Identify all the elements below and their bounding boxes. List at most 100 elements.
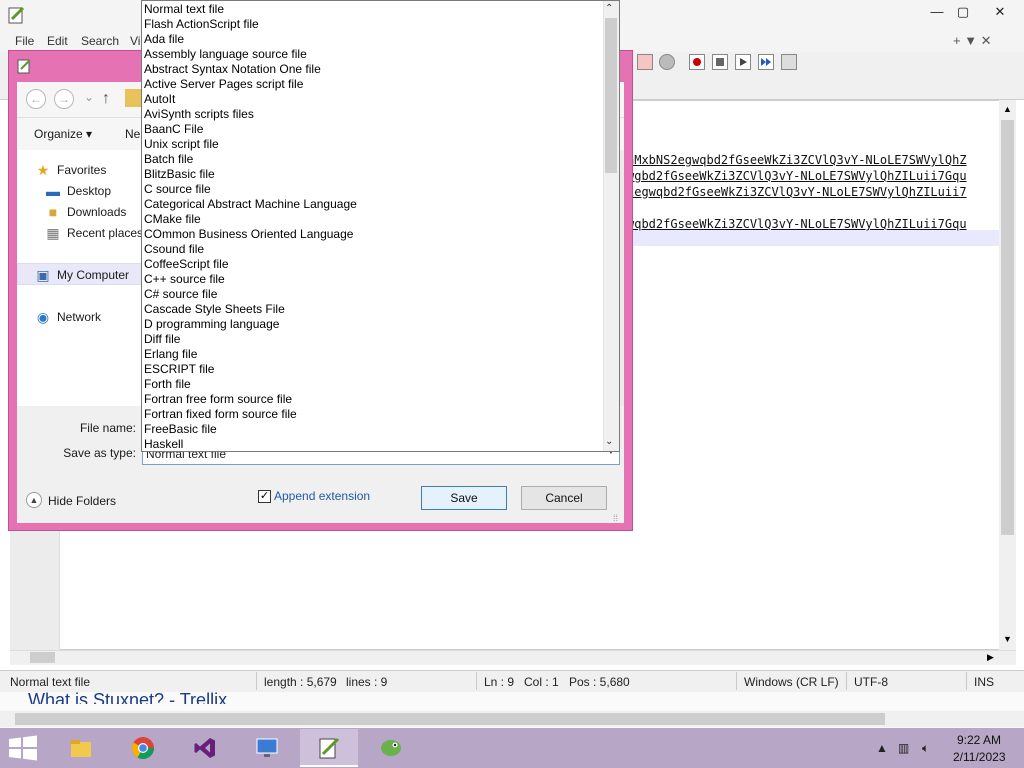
code-line[interactable]: 2egwqbd2fGseeWkZi3ZCVlQ3vY-NLoLE7SWVylQh… — [627, 185, 999, 199]
nav-network[interactable]: ◉ Network — [37, 309, 101, 325]
dropdown-option[interactable]: Forth file — [142, 377, 604, 392]
dropdown-option[interactable]: Haskell — [142, 437, 604, 451]
dropdown-option[interactable]: Fortran fixed form source file — [142, 407, 604, 422]
dropdown-option[interactable]: AviSynth scripts files — [142, 107, 604, 122]
recent-locations-chevron-icon[interactable]: ⌄ — [84, 90, 94, 104]
menu-right-controls[interactable]: + ▼ ✕ — [953, 33, 992, 49]
run-macro-multiple-icon[interactable] — [758, 54, 774, 70]
dropdown-option[interactable]: Assembly language source file — [142, 47, 604, 62]
dropdown-option[interactable]: Csound file — [142, 242, 604, 257]
taskbar-remote-desktop[interactable] — [238, 729, 296, 767]
dropdown-option[interactable]: Erlang file — [142, 347, 604, 362]
clock-time[interactable]: 9:22 AM — [957, 733, 1001, 747]
show-hidden-icons-chevron[interactable]: ▲ — [876, 741, 888, 755]
status-pos: Pos : 5,680 — [569, 675, 630, 689]
dropdown-option[interactable]: Unix script file — [142, 137, 604, 152]
chameleon-icon — [381, 740, 401, 756]
code-line[interactable]: wqbd2fGseeWkZi3ZCVlQ3vY-NLoLE7SWVylQhZIL… — [627, 217, 999, 231]
clock-date[interactable]: 2/11/2023 — [953, 750, 1006, 764]
hide-folders-button[interactable]: Hide Folders — [48, 494, 116, 508]
append-extension-checkbox[interactable]: ✓ — [258, 490, 271, 503]
menu-edit[interactable]: Edit — [47, 34, 68, 48]
back-arrow-icon[interactable]: ← — [26, 89, 46, 109]
new-folder-button[interactable]: Ne — [125, 127, 140, 141]
dropdown-option[interactable]: ESCRIPT file — [142, 362, 604, 377]
taskbar-file-explorer[interactable] — [52, 729, 110, 767]
taskbar-chameleon-app[interactable] — [362, 729, 420, 767]
status-file-type: Normal text file — [10, 675, 91, 689]
forward-arrow-icon[interactable]: → — [54, 89, 74, 109]
chevron-up-icon[interactable]: ⌃ — [605, 3, 613, 14]
volume-icon[interactable]: 🔈︎ — [922, 741, 929, 756]
nav-recent-places[interactable]: ▦ Recent places — [46, 225, 143, 241]
close-window-button[interactable]: ✕ — [985, 0, 1015, 24]
organize-button[interactable]: Organize ▾ — [34, 127, 92, 141]
toolbar-icon[interactable] — [659, 54, 675, 70]
dropdown-option[interactable]: AutoIt — [142, 92, 604, 107]
dropdown-option[interactable]: CoffeeScript file — [142, 257, 604, 272]
up-arrow-icon[interactable]: ↑ — [102, 90, 110, 108]
dropdown-option[interactable]: FreeBasic file — [142, 422, 604, 437]
scroll-up-arrow-icon[interactable]: ▲ — [1003, 104, 1012, 114]
dropdown-option[interactable]: Batch file — [142, 152, 604, 167]
nav-downloads[interactable]: ■ Downloads — [49, 204, 127, 220]
scrollbar-thumb[interactable] — [30, 652, 55, 663]
maximize-button[interactable]: ▢ — [948, 0, 978, 24]
dropdown-option[interactable]: BlitzBasic file — [142, 167, 604, 182]
menu-view[interactable]: Vi — [130, 34, 140, 48]
dropdown-option[interactable]: Categorical Abstract Machine Language — [142, 197, 604, 212]
network-tray-icon[interactable]: ▥ — [898, 741, 909, 755]
save-button[interactable]: Save — [421, 486, 507, 510]
browser-page-heading[interactable]: What is Stuxnet? - Trellix — [28, 690, 227, 704]
cancel-button[interactable]: Cancel — [521, 486, 607, 510]
code-line[interactable]: aMxbNS2egwqbd2fGseeWkZi3ZCVlQ3vY-NLoLE7S… — [627, 153, 999, 167]
dropdown-option[interactable]: C source file — [142, 182, 604, 197]
nav-favorites[interactable]: ★ Favorites — [37, 162, 107, 178]
save-macro-icon[interactable] — [781, 54, 797, 70]
append-extension-label[interactable]: Append extension — [274, 489, 370, 503]
nav-my-computer[interactable]: ▣ My Computer — [36, 267, 129, 283]
dropdown-option[interactable]: Cascade Style Sheets File — [142, 302, 604, 317]
windows-start-icon[interactable] — [8, 735, 38, 761]
toolbar-icon[interactable] — [637, 54, 653, 70]
nav-desktop[interactable]: ▬ Desktop — [46, 183, 111, 199]
scroll-right-arrow-icon[interactable]: ▶ — [987, 652, 994, 663]
dropdown-option[interactable]: Active Server Pages script file — [142, 77, 604, 92]
menu-search[interactable]: Search — [81, 34, 119, 48]
dropdown-option[interactable]: C++ source file — [142, 272, 604, 287]
status-encoding: UTF-8 — [854, 675, 888, 689]
scrollbar-thumb[interactable] — [1001, 120, 1014, 535]
dropdown-option[interactable]: D programming language — [142, 317, 604, 332]
code-line[interactable]: wgbd2fGseeWkZi3ZCVlQ3vY-NLoLE7SWVylQhZIL… — [627, 169, 999, 183]
editor-horizontal-scrollbar[interactable] — [10, 650, 1016, 665]
dropdown-option[interactable]: Ada file — [142, 32, 604, 47]
save-as-type-label: Save as type: — [63, 446, 136, 460]
taskbar-visual-studio[interactable] — [176, 729, 234, 767]
dropdown-option[interactable]: Fortran free form source file — [142, 392, 604, 407]
taskbar-chrome[interactable] — [114, 729, 172, 767]
dropdown-option[interactable]: CMake file — [142, 212, 604, 227]
record-macro-icon[interactable] — [689, 54, 705, 70]
play-macro-icon[interactable] — [735, 54, 751, 70]
resize-grip-icon[interactable]: ⁞⁞ — [613, 513, 618, 523]
dropdown-option[interactable]: Normal text file — [142, 2, 604, 17]
collapse-up-icon[interactable]: ▲ — [26, 492, 42, 508]
dropdown-option[interactable]: Abstract Syntax Notation One file — [142, 62, 604, 77]
scrollbar-thumb[interactable] — [15, 713, 885, 725]
notepad-plus-plus-icon — [319, 737, 340, 759]
nav-favorites-label: Favorites — [57, 163, 107, 177]
chevron-down-icon[interactable]: ⌄ — [605, 436, 613, 447]
dropdown-option[interactable]: C# source file — [142, 287, 604, 302]
dropdown-option[interactable]: Diff file — [142, 332, 604, 347]
downloads-folder-icon: ■ — [48, 204, 58, 220]
save-type-dropdown-list[interactable]: Normal text file Flash ActionScript file A… — [141, 0, 620, 452]
dropdown-option[interactable]: COmmon Business Oriented Language — [142, 227, 604, 242]
taskbar-notepad-plus-plus[interactable] — [300, 729, 358, 767]
scroll-down-arrow-icon[interactable]: ▼ — [1003, 634, 1012, 644]
dropdown-option[interactable]: Flash ActionScript file — [142, 17, 604, 32]
stop-macro-icon[interactable] — [712, 54, 728, 70]
menu-file[interactable]: File — [15, 34, 34, 48]
dropdown-option[interactable]: BaanC File — [142, 122, 604, 137]
scrollbar-thumb[interactable] — [605, 18, 617, 173]
current-line-highlight — [627, 230, 999, 246]
